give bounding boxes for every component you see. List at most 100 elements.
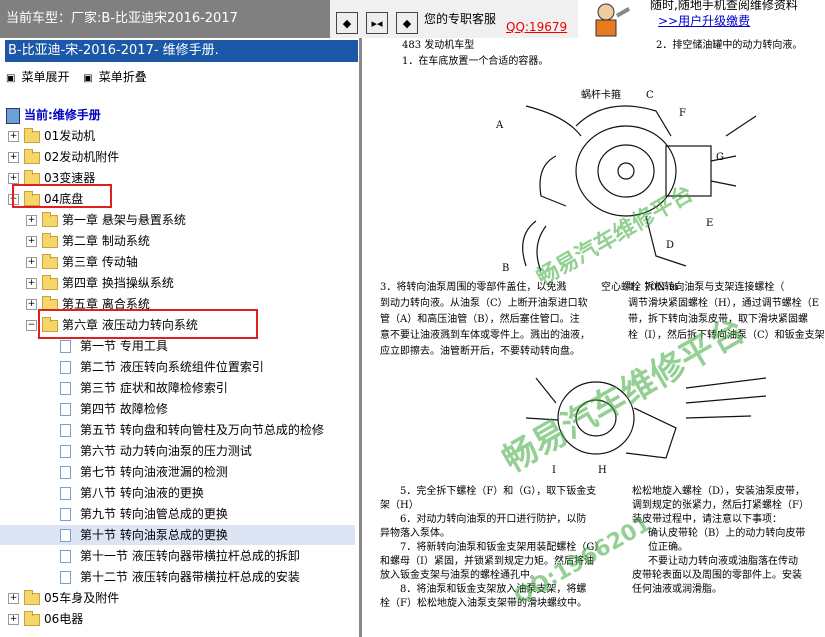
folder-icon: [24, 611, 40, 626]
mechanic-icon: [595, 3, 631, 37]
expand-toggle-icon[interactable]: +: [8, 152, 19, 163]
fig1-label-f: F: [679, 108, 686, 119]
doc-step3-line1: 3．将转向油泵周围的零部件盖住，以免溅: [380, 282, 567, 293]
folder-icon: [24, 128, 40, 143]
fig2-label-h: H: [598, 465, 607, 476]
expand-toggle-icon[interactable]: +: [26, 257, 37, 268]
book-icon: [6, 107, 20, 124]
top-bar: 当前车型：厂家:B-比亚迪宋2016-2017 ◆ ▸◂ ◆ 您的专职客服 QQ…: [0, 0, 825, 38]
menu-collapse-button[interactable]: 菜单折叠: [99, 70, 147, 84]
tree-node[interactable]: +06电器: [0, 609, 355, 629]
book-title: B-比亚迪-宋-2016-2017- 维修手册.: [5, 40, 358, 62]
fig1-label-e: E: [706, 218, 713, 229]
tree-node-label[interactable]: 01发动机: [44, 126, 95, 146]
nav-button-split[interactable]: ▸◂: [366, 12, 388, 34]
tree-node[interactable]: + 第二章 制动系统: [0, 231, 355, 251]
tree-node-label[interactable]: 第十节 转向油泵总成的更换: [80, 525, 228, 545]
page-icon: [60, 382, 71, 395]
tree-node-label[interactable]: 第二章 制动系统: [62, 231, 150, 251]
folder-icon: [42, 275, 58, 290]
fig1-label-b: B: [502, 263, 509, 274]
nav-button-right[interactable]: ◆: [396, 12, 418, 34]
expand-toggle-icon[interactable]: +: [26, 236, 37, 247]
folder-icon: [24, 149, 40, 164]
tree-node-label[interactable]: 第八节 转向油液的更换: [80, 483, 204, 503]
expand-toggle-icon[interactable]: +: [26, 299, 37, 310]
doc-step1: 1．在车底放置一个合适的容器。: [402, 56, 549, 67]
tree-node-label[interactable]: 第四章 换挡操纵系统: [62, 273, 174, 293]
tree-node-label[interactable]: 第一节 专用工具: [80, 336, 168, 356]
folder-icon: [42, 254, 58, 269]
tree-node-label[interactable]: 第四节 故障检修: [80, 399, 168, 419]
menu-expand-button[interactable]: 菜单展开: [21, 70, 69, 84]
collapse-toggle-icon[interactable]: −: [26, 320, 37, 331]
tree-node[interactable]: 第七节 转向油液泄漏的检测: [0, 462, 355, 482]
tree-node[interactable]: 第二节 液压转向系统组件位置索引: [0, 357, 355, 377]
tree-node[interactable]: 第九节 转向油管总成的更换: [0, 504, 355, 524]
upgrade-link[interactable]: >>用户升级缴费: [658, 12, 750, 29]
doc-step3-line4: 意不要让油液溅到车体或零件上。溅出的油液，: [380, 330, 590, 341]
tree-node-label[interactable]: 第二节 液压转向系统组件位置索引: [80, 357, 264, 377]
tree-node[interactable]: 第十一节 液压转向器带横拉杆总成的拆卸: [0, 546, 355, 566]
collapse-icon: ▣: [83, 73, 93, 84]
tree-node[interactable]: 第一节 专用工具: [0, 336, 355, 356]
highlight-box-chapter6: [38, 309, 258, 339]
tree-node[interactable]: +05车身及附件: [0, 588, 355, 608]
expand-toggle-icon[interactable]: +: [8, 173, 19, 184]
expand-toggle-icon[interactable]: +: [26, 278, 37, 289]
page-icon: [60, 340, 71, 353]
tree-node-label[interactable]: 第十一节 液压转向器带横拉杆总成的拆卸: [80, 546, 300, 566]
tree-node[interactable]: + 第一章 悬架与悬置系统: [0, 210, 355, 230]
tree-node[interactable]: 第四节 故障检修: [0, 399, 355, 419]
fig2-label-i: I: [552, 465, 556, 476]
tree-node-label[interactable]: 第三章 传动轴: [62, 252, 138, 272]
page-icon: [60, 571, 71, 584]
tree-node[interactable]: 第十二节 液压转向器带横拉杆总成的安装: [0, 567, 355, 587]
tree-node[interactable]: 第十节 转向油泵总成的更换: [0, 525, 355, 545]
tree-node[interactable]: + 第三章 传动轴: [0, 252, 355, 272]
expand-toggle-icon[interactable]: +: [8, 131, 19, 142]
page-icon: [60, 550, 71, 563]
doc-head-right: 2．排空储油罐中的动力转向液。: [656, 40, 803, 51]
current-label: 当前:维修手册: [24, 108, 101, 122]
page-icon: [60, 487, 71, 500]
expand-toggle-icon[interactable]: +: [26, 215, 37, 226]
tree-node-label[interactable]: 第一章 悬架与悬置系统: [62, 210, 186, 230]
tree-node[interactable]: + 第四章 换挡操纵系统: [0, 273, 355, 293]
doc-head-left: 483 发动机车型: [402, 40, 475, 51]
service-label: 您的专职客服: [424, 12, 497, 26]
tree-node-label[interactable]: 第三节 症状和故障检修索引: [80, 378, 228, 398]
fig1-label-c: C: [646, 90, 654, 101]
tree-node[interactable]: +02发动机附件: [0, 147, 355, 167]
tree-node-label[interactable]: 第十二节 液压转向器带横拉杆总成的安装: [80, 567, 300, 587]
qq-link[interactable]: QQ:19679: [506, 20, 567, 34]
tree-node-label[interactable]: 第九节 转向油管总成的更换: [80, 504, 228, 524]
expand-toggle-icon[interactable]: +: [8, 593, 19, 604]
tree-node-label[interactable]: 02发动机附件: [44, 147, 119, 167]
tree-node[interactable]: 第八节 转向油液的更换: [0, 483, 355, 503]
expand-toggle-icon[interactable]: +: [8, 614, 19, 625]
tree-node[interactable]: +01发动机: [0, 126, 355, 146]
nav-button-left[interactable]: ◆: [336, 12, 358, 34]
highlight-box-chassis: [12, 184, 112, 208]
tree-node[interactable]: 第五节 转向盘和转向管柱及万向节总成的检修: [0, 420, 355, 440]
tree-node-label[interactable]: 第五节 转向盘和转向管柱及万向节总成的检修: [80, 420, 324, 440]
doc-step9-line8: 任何油液或润滑脂。: [632, 584, 722, 595]
page-icon: [60, 445, 71, 458]
tree-node[interactable]: 第六节 动力转向油泵的压力测试: [0, 441, 355, 461]
doc-step5-line1: 5．完全拆下螺栓（F）和（G），取下钣金支: [400, 486, 597, 497]
page-icon: [60, 424, 71, 437]
tree-node-label[interactable]: 05车身及附件: [44, 588, 119, 608]
page-icon: [60, 403, 71, 416]
car-model: 厂家:B-比亚迪宋2016-2017: [71, 11, 238, 26]
tree-node-label[interactable]: 06电器: [44, 609, 83, 629]
doc-step4-line1: 4．拆松转向油泵与支架连接螺栓（: [628, 282, 785, 293]
folder-icon: [42, 212, 58, 227]
page-icon: [60, 508, 71, 521]
ad-banner[interactable]: 随时,随地手机查阅维修资料 >>用户升级缴费: [578, 0, 825, 38]
tree-node[interactable]: 第三节 症状和故障检修索引: [0, 378, 355, 398]
tree-node-label[interactable]: 第七节 转向油液泄漏的检测: [80, 462, 228, 482]
tree-node-label[interactable]: 第六节 动力转向油泵的压力测试: [80, 441, 252, 461]
page-icon: [60, 466, 71, 479]
document-view: 483 发动机车型 2．排空储油罐中的动力转向液。 1．在车底放置一个合适的容器…: [366, 38, 825, 637]
